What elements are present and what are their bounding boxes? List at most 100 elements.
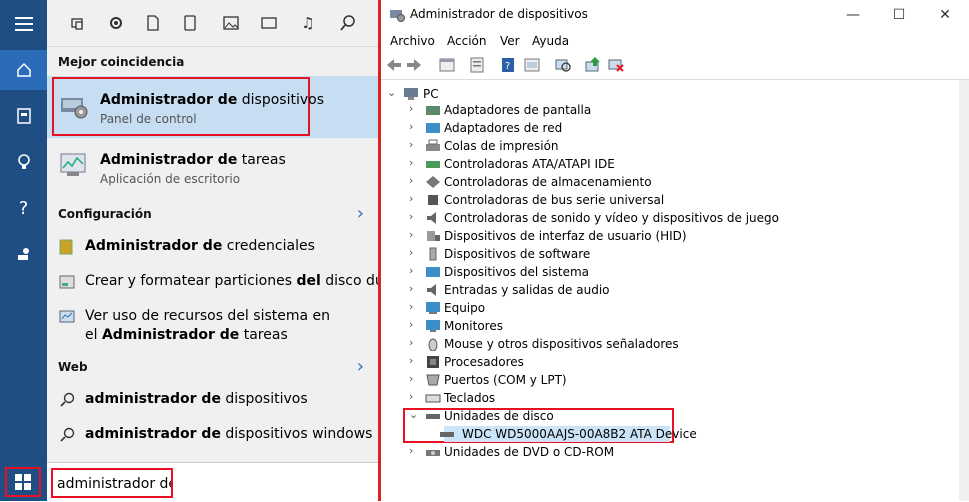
vertical-scrollbar[interactable] (959, 80, 969, 501)
view-icon[interactable] (438, 56, 456, 74)
category-label: Dispositivos del sistema (444, 265, 590, 279)
search-box-area: administrador de (47, 462, 378, 502)
search-input[interactable]: administrador de (51, 468, 173, 498)
chevron-right-icon[interactable]: › (409, 156, 423, 169)
properties-icon[interactable] (468, 56, 486, 74)
speaker-icon (427, 212, 436, 224)
settings-filter-icon[interactable] (105, 12, 127, 34)
photos-filter-icon[interactable] (220, 12, 242, 34)
dvd-drive-icon (426, 450, 440, 456)
chevron-right-icon[interactable]: › (409, 120, 423, 133)
usb-icon (428, 195, 438, 205)
task-manager-result[interactable]: Administrador de tareas Aplicación de es… (47, 142, 378, 198)
disk-drive-icon (440, 432, 454, 437)
audio-io-icon (427, 284, 436, 296)
task-manager-subtitle: Aplicación de escritorio (100, 172, 241, 186)
network-adapter-icon (426, 123, 440, 133)
chevron-right-icon[interactable]: › (409, 444, 423, 457)
category-label: Colas de impresión (444, 139, 559, 153)
category-label: Puertos (COM y LPT) (444, 373, 567, 387)
chevron-right-icon[interactable]: › (409, 138, 423, 151)
chevron-right-icon[interactable]: › (409, 246, 423, 259)
computer-icon (426, 302, 440, 314)
update-driver-icon[interactable] (584, 56, 602, 74)
back-arrow-icon[interactable] (385, 56, 403, 74)
feedback-icon[interactable] (0, 234, 47, 274)
best-match-title-rest: dispositivos (237, 92, 325, 108)
category-label: Controladoras ATA/ATAPI IDE (444, 157, 615, 171)
music-filter-icon[interactable]: ♫ (297, 12, 319, 34)
svg-text:?: ? (505, 61, 510, 72)
hamburger-menu-icon[interactable] (0, 4, 47, 44)
documents-filter-icon[interactable] (142, 12, 164, 34)
web-item-2[interactable]: administrador de dispositivos windows 10 (47, 419, 395, 451)
partitions-pre: Crear y formatear particiones (85, 273, 297, 289)
chevron-right-icon[interactable]: › (409, 174, 423, 187)
search-icon[interactable] (337, 12, 359, 34)
chevron-right-icon[interactable]: › (409, 102, 423, 115)
storage-controller-icon (426, 176, 440, 188)
chevron-right-icon[interactable]: › (409, 336, 423, 349)
hid-icon (427, 231, 440, 241)
search-filter-bar: ♫ (47, 0, 378, 47)
resources-line2-post: tareas (239, 327, 288, 343)
chevron-right-icon[interactable]: › (409, 192, 423, 205)
close-button[interactable]: ✕ (930, 4, 960, 26)
chevron-right-icon[interactable]: › (409, 354, 423, 367)
lightbulb-icon[interactable] (0, 142, 47, 182)
menu-ver[interactable]: Ver (500, 34, 520, 48)
category-label: Teclados (444, 391, 496, 405)
chevron-right-icon[interactable]: › (409, 390, 423, 403)
notebook-icon[interactable] (0, 96, 47, 136)
web-search-icon (60, 427, 75, 442)
home-icon[interactable] (0, 50, 47, 90)
config-chevron-right-icon[interactable]: › (357, 203, 364, 224)
forward-arrow-icon[interactable] (405, 56, 423, 74)
start-button[interactable] (5, 467, 41, 497)
toolbar: ? (381, 53, 969, 80)
apps-filter-icon[interactable] (67, 12, 89, 34)
help-icon[interactable]: ? (0, 188, 47, 228)
chevron-right-icon[interactable]: › (409, 210, 423, 223)
best-match-content[interactable]: Administrador de dispositivos Panel de c… (47, 76, 378, 138)
web-item-2-bold: administrador de (85, 426, 221, 442)
chevron-down-icon[interactable]: ⌄ (387, 86, 401, 99)
category-label: Procesadores (444, 355, 524, 369)
config-header: Configuración (58, 207, 152, 221)
chevron-right-icon[interactable]: › (409, 282, 423, 295)
chevron-right-icon[interactable]: › (409, 264, 423, 277)
menu-accion[interactable]: Acción (447, 34, 486, 48)
help-book-icon[interactable]: ? (499, 56, 517, 74)
maximize-button[interactable]: ☐ (884, 4, 914, 26)
config-item-credentials[interactable]: Administrador de credenciales (47, 231, 378, 263)
credentials-bold: Administrador de (85, 238, 223, 254)
resource-monitor-icon (59, 310, 75, 323)
uninstall-device-icon[interactable] (607, 56, 625, 74)
disk-drive-icon (426, 414, 440, 419)
monitor-icon (426, 320, 440, 332)
resources-line1: Ver uso de recursos del sistema en (85, 308, 331, 324)
category-label: Dispositivos de software (444, 247, 591, 261)
videos-filter-icon[interactable] (258, 12, 280, 34)
menu-ayuda[interactable]: Ayuda (532, 34, 569, 48)
chevron-right-icon[interactable]: › (409, 372, 423, 385)
web-chevron-right-icon[interactable]: › (357, 356, 364, 377)
resources-line2-bold: Administrador de (101, 327, 240, 343)
web-item-1[interactable]: administrador de dispositivos (47, 384, 378, 416)
folders-filter-icon[interactable] (179, 12, 201, 34)
chevron-right-icon[interactable]: › (409, 318, 423, 331)
chevron-right-icon[interactable]: › (409, 228, 423, 241)
chevron-right-icon[interactable]: › (409, 300, 423, 313)
scan-hardware-icon[interactable] (554, 56, 572, 74)
mouse-icon (428, 338, 438, 351)
computer-icon (404, 88, 418, 100)
config-item-resources[interactable]: Ver uso de recursos del sistema en el Ad… (47, 301, 378, 345)
device-view-icon[interactable] (523, 56, 541, 74)
menu-archivo[interactable]: Archivo (390, 34, 435, 48)
config-item-partitions[interactable]: Crear y formatear particiones del disco … (47, 266, 398, 298)
device-manager-app-icon (390, 10, 405, 22)
tree-root-label: PC (423, 87, 439, 101)
chevron-down-icon[interactable]: ⌄ (409, 408, 423, 421)
minimize-button[interactable]: — (838, 4, 868, 26)
category-label: Entradas y salidas de audio (444, 283, 610, 297)
